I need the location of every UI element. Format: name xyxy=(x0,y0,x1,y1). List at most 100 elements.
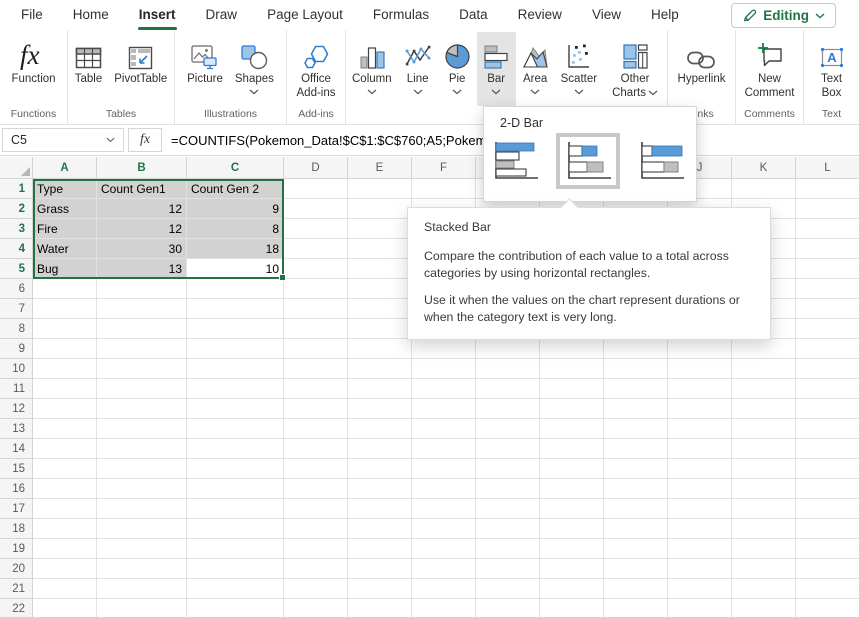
cell-F15[interactable] xyxy=(412,459,476,479)
cell-L18[interactable] xyxy=(796,519,859,539)
cell-L2[interactable] xyxy=(796,199,859,219)
col-header-D[interactable]: D xyxy=(284,157,348,179)
stacked-bar-option[interactable] xyxy=(563,140,613,182)
cell-D22[interactable] xyxy=(284,599,348,617)
ribbon-button-other-charts[interactable]: Other Charts xyxy=(603,32,667,106)
cell-F14[interactable] xyxy=(412,439,476,459)
cell-A13[interactable] xyxy=(33,419,97,439)
ribbon-button-text-box[interactable]: AText Box xyxy=(804,32,859,106)
cell-G21[interactable] xyxy=(476,579,540,599)
cell-I15[interactable] xyxy=(604,459,668,479)
cell-H12[interactable] xyxy=(540,399,604,419)
chevron-down-icon[interactable] xyxy=(367,89,377,95)
cell-A16[interactable] xyxy=(33,479,97,499)
cell-C2[interactable]: 9 xyxy=(187,199,284,219)
cell-A3[interactable]: Fire xyxy=(33,219,97,239)
row-header-21[interactable]: 21 xyxy=(0,579,33,599)
cell-G20[interactable] xyxy=(476,559,540,579)
cell-L7[interactable] xyxy=(796,299,859,319)
cell-L9[interactable] xyxy=(796,339,859,359)
cell-K20[interactable] xyxy=(732,559,796,579)
cell-A5[interactable]: Bug xyxy=(33,259,97,279)
cell-F10[interactable] xyxy=(412,359,476,379)
cell-F22[interactable] xyxy=(412,599,476,617)
cell-K11[interactable] xyxy=(732,379,796,399)
ribbon-button-column[interactable]: Column xyxy=(346,32,398,106)
cell-J14[interactable] xyxy=(668,439,732,459)
cell-E9[interactable] xyxy=(348,339,412,359)
cell-H14[interactable] xyxy=(540,439,604,459)
row-header-12[interactable]: 12 xyxy=(0,399,33,419)
cell-A18[interactable] xyxy=(33,519,97,539)
cell-B15[interactable] xyxy=(97,459,187,479)
clustered-bar-option[interactable] xyxy=(490,140,540,182)
col-header-K[interactable]: K xyxy=(732,157,796,179)
cell-F20[interactable] xyxy=(412,559,476,579)
cell-E5[interactable] xyxy=(348,259,412,279)
row-header-1[interactable]: 1 xyxy=(0,179,33,199)
cell-F12[interactable] xyxy=(412,399,476,419)
cell-F17[interactable] xyxy=(412,499,476,519)
col-header-E[interactable]: E xyxy=(348,157,412,179)
cell-J18[interactable] xyxy=(668,519,732,539)
menu-tab-review[interactable]: Review xyxy=(518,0,562,30)
cell-K21[interactable] xyxy=(732,579,796,599)
cell-C14[interactable] xyxy=(187,439,284,459)
cell-H13[interactable] xyxy=(540,419,604,439)
cell-K9[interactable] xyxy=(732,339,796,359)
cell-B8[interactable] xyxy=(97,319,187,339)
cell-B6[interactable] xyxy=(97,279,187,299)
cell-G12[interactable] xyxy=(476,399,540,419)
cell-I10[interactable] xyxy=(604,359,668,379)
cell-C13[interactable] xyxy=(187,419,284,439)
cell-J12[interactable] xyxy=(668,399,732,419)
ribbon-button-bar[interactable]: Bar xyxy=(477,32,516,106)
cell-J20[interactable] xyxy=(668,559,732,579)
row-header-13[interactable]: 13 xyxy=(0,419,33,439)
col-header-A[interactable]: A xyxy=(33,157,97,179)
cell-L5[interactable] xyxy=(796,259,859,279)
ribbon-button-pie[interactable]: Pie xyxy=(438,32,477,106)
cell-H20[interactable] xyxy=(540,559,604,579)
fx-button[interactable]: fx xyxy=(128,128,162,152)
cell-E6[interactable] xyxy=(348,279,412,299)
cell-H11[interactable] xyxy=(540,379,604,399)
row-header-9[interactable]: 9 xyxy=(0,339,33,359)
cell-C20[interactable] xyxy=(187,559,284,579)
row-header-15[interactable]: 15 xyxy=(0,459,33,479)
cell-H15[interactable] xyxy=(540,459,604,479)
cell-B17[interactable] xyxy=(97,499,187,519)
chevron-down-icon[interactable] xyxy=(413,89,423,95)
cell-J22[interactable] xyxy=(668,599,732,617)
cell-F19[interactable] xyxy=(412,539,476,559)
cell-L13[interactable] xyxy=(796,419,859,439)
cell-E2[interactable] xyxy=(348,199,412,219)
cell-E8[interactable] xyxy=(348,319,412,339)
cell-B21[interactable] xyxy=(97,579,187,599)
cell-D18[interactable] xyxy=(284,519,348,539)
ribbon-button-hyperlink[interactable]: Hyperlink xyxy=(672,32,732,106)
cell-B2[interactable]: 12 xyxy=(97,199,187,219)
cell-J9[interactable] xyxy=(668,339,732,359)
cell-A17[interactable] xyxy=(33,499,97,519)
cell-A22[interactable] xyxy=(33,599,97,617)
cell-A19[interactable] xyxy=(33,539,97,559)
cell-A6[interactable] xyxy=(33,279,97,299)
cell-L11[interactable] xyxy=(796,379,859,399)
chevron-down-icon[interactable] xyxy=(106,137,115,143)
cell-E22[interactable] xyxy=(348,599,412,617)
cell-A20[interactable] xyxy=(33,559,97,579)
ribbon-button-table[interactable]: Table xyxy=(69,32,109,106)
cell-E11[interactable] xyxy=(348,379,412,399)
cell-G15[interactable] xyxy=(476,459,540,479)
cell-G11[interactable] xyxy=(476,379,540,399)
cell-B9[interactable] xyxy=(97,339,187,359)
ribbon-button-new-comment[interactable]: New Comment xyxy=(736,32,803,106)
cell-L10[interactable] xyxy=(796,359,859,379)
ribbon-button-area[interactable]: Area xyxy=(516,32,555,106)
cell-L20[interactable] xyxy=(796,559,859,579)
cell-D21[interactable] xyxy=(284,579,348,599)
cell-C5[interactable]: 10 xyxy=(187,259,284,279)
cell-D17[interactable] xyxy=(284,499,348,519)
cell-C21[interactable] xyxy=(187,579,284,599)
